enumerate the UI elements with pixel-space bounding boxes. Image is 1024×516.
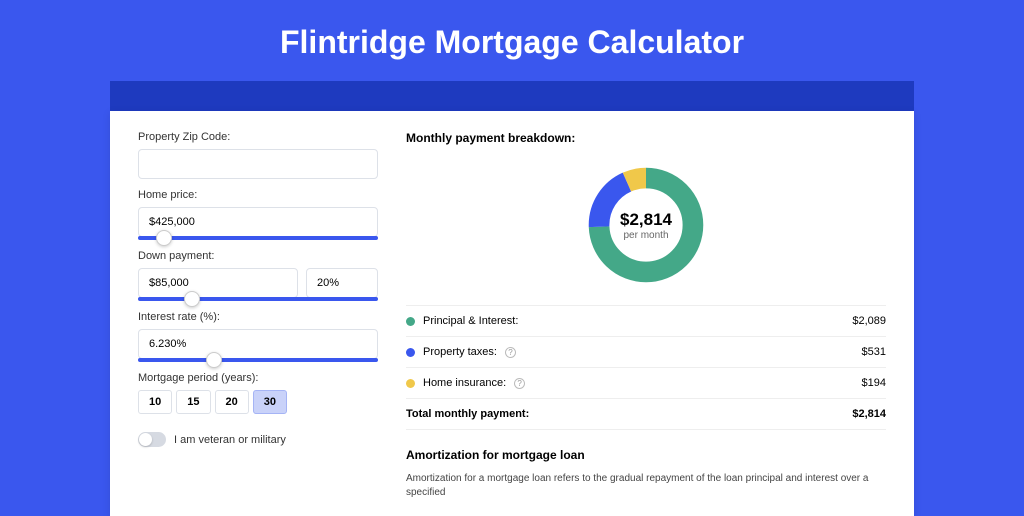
results-panel: Monthly payment breakdown: $2,814 per mo… (406, 131, 886, 496)
legend-label: Home insurance: (423, 377, 506, 389)
legend-row-taxes: Property taxes:? $531 (406, 337, 886, 368)
period-group: 10 15 20 30 (138, 390, 378, 414)
period-20-button[interactable]: 20 (215, 390, 249, 414)
down-label: Down payment: (138, 250, 378, 262)
help-icon[interactable]: ? (514, 378, 525, 389)
legend-value: $531 (862, 346, 886, 358)
price-input[interactable] (138, 207, 378, 237)
veteran-toggle[interactable] (138, 432, 166, 447)
down-input[interactable] (138, 268, 298, 298)
breakdown-title: Monthly payment breakdown: (406, 131, 886, 145)
period-15-button[interactable]: 15 (176, 390, 210, 414)
legend-row-total: Total monthly payment: $2,814 (406, 399, 886, 430)
legend-row-insurance: Home insurance:? $194 (406, 368, 886, 399)
amortization-section: Amortization for mortgage loan Amortizat… (406, 448, 886, 500)
legend-row-principal: Principal & Interest: $2,089 (406, 306, 886, 337)
rate-label: Interest rate (%): (138, 311, 378, 323)
amort-title: Amortization for mortgage loan (406, 448, 886, 462)
down-slider[interactable] (138, 297, 378, 301)
help-icon[interactable]: ? (505, 347, 516, 358)
dot-icon (406, 348, 415, 357)
donut-total: $2,814 (620, 210, 672, 230)
page-title: Flintridge Mortgage Calculator (0, 0, 1024, 81)
veteran-label: I am veteran or military (174, 434, 286, 446)
legend-label: Property taxes: (423, 346, 497, 358)
period-10-button[interactable]: 10 (138, 390, 172, 414)
header-bar (110, 81, 914, 111)
legend-label: Principal & Interest: (423, 315, 518, 327)
price-slider[interactable] (138, 236, 378, 240)
legend-value: $2,089 (852, 315, 886, 327)
calculator-card: Property Zip Code: Home price: Down paym… (110, 111, 914, 516)
period-30-button[interactable]: 30 (253, 390, 287, 414)
payment-donut-chart: $2,814 per month (584, 163, 708, 287)
rate-slider[interactable] (138, 358, 378, 362)
inputs-panel: Property Zip Code: Home price: Down paym… (138, 131, 378, 496)
legend: Principal & Interest: $2,089 Property ta… (406, 305, 886, 430)
zip-label: Property Zip Code: (138, 131, 378, 143)
legend-value: $194 (862, 377, 886, 389)
dot-icon (406, 379, 415, 388)
zip-input[interactable] (138, 149, 378, 179)
rate-input[interactable] (138, 329, 378, 359)
total-value: $2,814 (852, 408, 886, 420)
amort-text: Amortization for a mortgage loan refers … (406, 472, 886, 500)
price-label: Home price: (138, 189, 378, 201)
period-label: Mortgage period (years): (138, 372, 378, 384)
down-pct-input[interactable] (306, 268, 378, 298)
dot-icon (406, 317, 415, 326)
total-label: Total monthly payment: (406, 408, 529, 420)
donut-sub: per month (623, 230, 668, 241)
